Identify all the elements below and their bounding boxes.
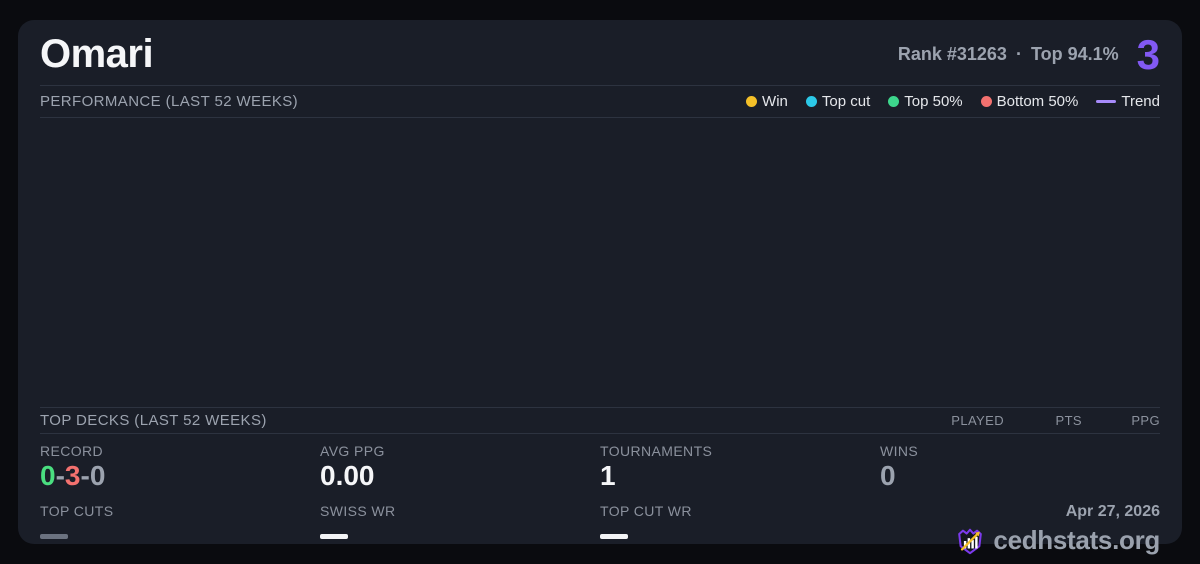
top-percent-text: Top 94.1% — [1030, 44, 1119, 64]
legend-label: Bottom 50% — [996, 93, 1079, 110]
stats-summary: RECORD 0-3-0 AVG PPG 0.00 TOURNAMENTS 1 … — [40, 434, 1160, 555]
stat-wins-label: WINS — [880, 443, 919, 459]
legend-label: Top 50% — [904, 93, 963, 110]
stat-wins-value: 0 — [880, 460, 896, 491]
top-cut-dot-icon — [805, 96, 817, 107]
stat-wins: WINS 0 — [880, 434, 1160, 494]
stat-record: RECORD 0-3-0 — [40, 434, 320, 494]
stat-tournaments-value: 1 — [600, 460, 616, 491]
card-header: Omari Rank #31263 · Top 94.1% 3 — [40, 20, 1160, 86]
record-wins: 0 — [40, 460, 56, 491]
stat-record-label: RECORD — [40, 443, 104, 459]
legend-label: Top cut — [821, 93, 871, 110]
brand-text: cedhstats.org — [993, 525, 1160, 555]
performance-title: PERFORMANCE (LAST 52 WEEKS) — [40, 93, 299, 110]
win-dot-icon — [746, 96, 758, 107]
chart-legend: Win Top cut Top 50% Bottom 50% Trend — [746, 93, 1160, 110]
stat-top-cuts: TOP CUTS — [40, 494, 320, 544]
stat-avg-ppg-value: 0.00 — [320, 460, 375, 491]
column-header-pts: PTS — [1055, 413, 1082, 428]
top-cuts-empty-value — [40, 534, 68, 539]
column-header-played: PLAYED — [951, 413, 1004, 428]
rank-text: Rank #31263 — [897, 44, 1007, 64]
legend-item-top-cut: Top cut — [805, 93, 871, 110]
stat-tournaments-label: TOURNAMENTS — [600, 443, 713, 459]
page-title: Omari — [40, 32, 154, 76]
header-rank-area: Rank #31263 · Top 94.1% 3 — [898, 30, 1160, 78]
stat-top-cut-wr: TOP CUT WR — [600, 494, 880, 544]
brand-link[interactable]: cedhstats.org — [955, 525, 1160, 556]
top-decks-title: TOP DECKS (LAST 52 WEEKS) — [40, 412, 267, 429]
column-header-ppg: PPG — [1131, 413, 1160, 428]
record-sep: - — [80, 460, 90, 491]
score-badge: 3 — [1136, 30, 1160, 78]
card-footer: Apr 27, 2026 cedhstats.org — [880, 494, 1160, 555]
stat-avg-ppg-label: AVG PPG — [320, 443, 385, 459]
record-sep: - — [55, 460, 65, 491]
cedhstats-logo-icon — [958, 528, 983, 554]
stat-top-cut-wr-label: TOP CUT WR — [600, 503, 692, 519]
stat-record-value: 0-3-0 — [40, 460, 320, 492]
stat-swiss-wr: SWISS WR — [320, 494, 600, 544]
record-losses: 3 — [64, 460, 81, 491]
rank-separator: · — [1015, 44, 1022, 64]
snapshot-date: Apr 27, 2026 — [1065, 503, 1160, 520]
trend-line-icon — [1096, 100, 1117, 103]
legend-label: Win — [762, 93, 788, 110]
legend-item-trend: Trend — [1096, 93, 1160, 110]
bottom-50-dot-icon — [980, 96, 992, 107]
top-50-dot-icon — [888, 96, 900, 107]
legend-item-win: Win — [746, 93, 788, 110]
record-draws: 0 — [89, 460, 106, 491]
stat-avg-ppg: AVG PPG 0.00 — [320, 434, 600, 494]
top-cut-wr-empty-value — [600, 534, 628, 539]
top-decks-header: TOP DECKS (LAST 52 WEEKS) PLAYED PTS PPG — [40, 407, 1160, 434]
player-stats-card: Omari Rank #31263 · Top 94.1% 3 PERFORMA… — [18, 20, 1182, 555]
performance-chart-canvas — [40, 118, 1160, 407]
rank-line: Rank #31263 · Top 94.1% — [898, 44, 1119, 65]
top-decks-columns: PLAYED PTS PPG — [926, 413, 1160, 428]
legend-item-top-50: Top 50% — [888, 93, 963, 110]
stat-top-cuts-label: TOP CUTS — [40, 503, 114, 519]
legend-item-bottom-50: Bottom 50% — [980, 93, 1079, 110]
performance-header: PERFORMANCE (LAST 52 WEEKS) Win Top cut … — [40, 86, 1160, 118]
legend-label: Trend — [1121, 93, 1160, 110]
stat-swiss-wr-label: SWISS WR — [320, 503, 396, 519]
stat-tournaments: TOURNAMENTS 1 — [600, 434, 880, 494]
swiss-wr-empty-value — [320, 534, 348, 539]
